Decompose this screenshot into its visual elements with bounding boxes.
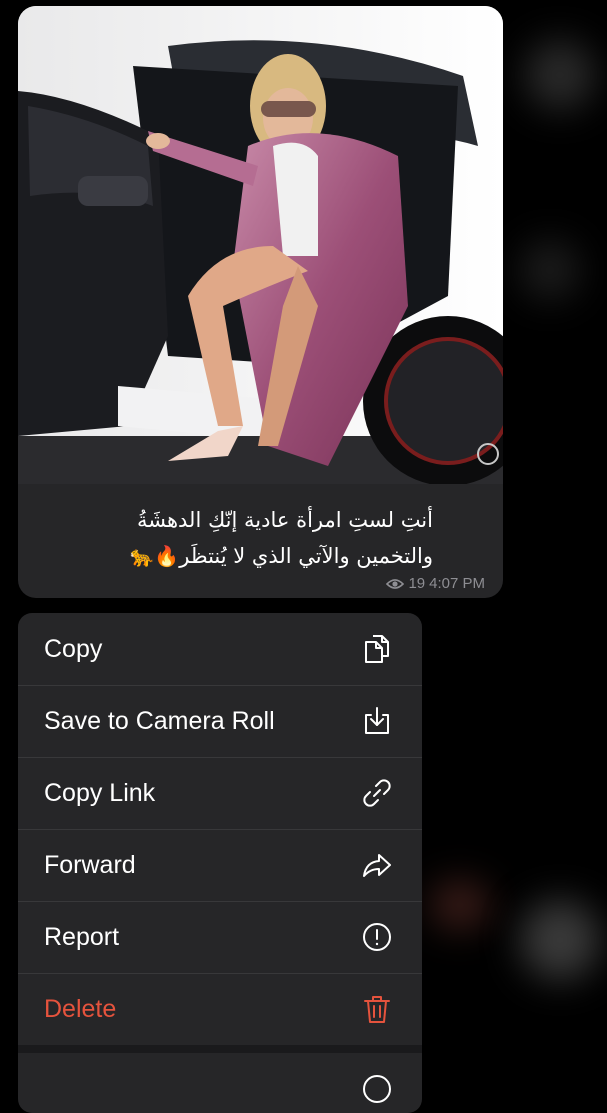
menu-item-label: Report xyxy=(44,922,120,951)
message-bubble[interactable]: أنتِ لستِ امرأة عادية إنّكِ الدهشَةُ وال… xyxy=(18,6,503,598)
exclamation-circle-icon xyxy=(363,923,391,951)
context-menu: Copy Save to Camera Roll Copy Link Forwa… xyxy=(18,613,422,1113)
caption-line-1: أنتِ لستِ امرأة عادية إنّكِ الدهشَةُ xyxy=(136,508,433,532)
background-blur xyxy=(430,880,490,930)
forward-arrow-icon xyxy=(363,854,391,877)
save-download-icon xyxy=(365,707,389,734)
menu-item-more[interactable] xyxy=(18,1053,422,1113)
menu-item-save-to-camera-roll[interactable]: Save to Camera Roll xyxy=(18,685,422,757)
menu-item-label: Copy Link xyxy=(44,778,156,807)
caption-line-2: والتخمين والآتي الذي لا يُنتظَر🔥🐆 xyxy=(33,538,433,574)
menu-item-delete[interactable]: Delete xyxy=(18,973,422,1045)
message-caption: أنتِ لستِ امرأة عادية إنّكِ الدهشَةُ وال… xyxy=(33,502,433,574)
caption-emoji: 🔥🐆 xyxy=(129,544,180,568)
menu-item-label: Copy xyxy=(44,634,103,663)
menu-section-separator xyxy=(18,1045,422,1053)
message-meta: 19 4:07 PM xyxy=(386,575,485,592)
more-icon xyxy=(363,1075,391,1103)
background-blur xyxy=(520,240,580,300)
menu-item-report[interactable]: Report xyxy=(18,901,422,973)
message-time: 4:07 PM xyxy=(429,575,485,592)
copy-icon xyxy=(365,635,389,663)
background-blur xyxy=(520,900,600,980)
menu-item-copy[interactable]: Copy xyxy=(18,613,422,685)
menu-item-copy-link[interactable]: Copy Link xyxy=(18,757,422,829)
message-photo[interactable] xyxy=(18,6,503,484)
menu-item-label: Forward xyxy=(44,850,136,879)
menu-item-forward[interactable]: Forward xyxy=(18,829,422,901)
link-icon xyxy=(363,779,391,807)
menu-item-label: Save to Camera Roll xyxy=(44,706,275,735)
menu-item-label: Delete xyxy=(44,994,117,1023)
eye-icon xyxy=(386,578,405,589)
background-blur xyxy=(525,40,595,110)
trash-icon xyxy=(364,996,390,1023)
caption-line-2-text: والتخمين والآتي الذي لا يُنتظَر xyxy=(179,544,433,568)
view-count: 19 xyxy=(408,575,426,592)
